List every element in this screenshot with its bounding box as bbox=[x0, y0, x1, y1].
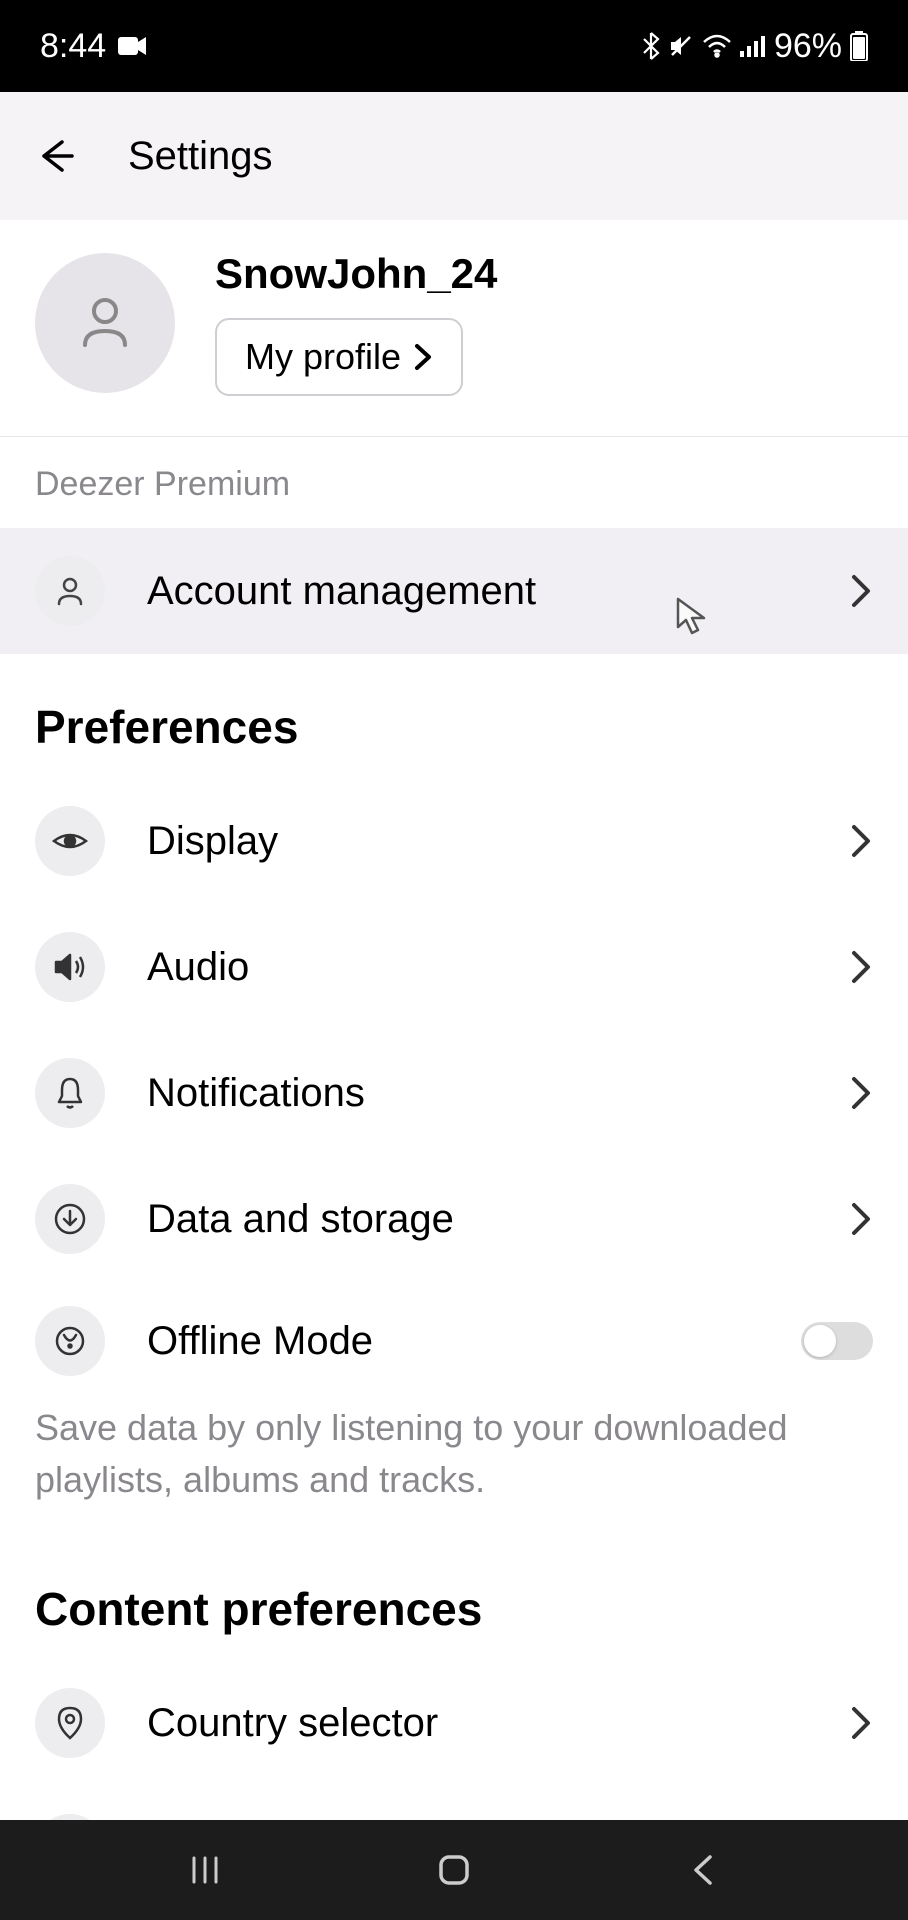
status-left: 8:44 bbox=[40, 27, 148, 66]
offline-mode-description: Save data by only listening to your down… bbox=[0, 1394, 908, 1536]
app-body: Settings SnowJohn_24 My profile Deezer P… bbox=[0, 92, 908, 1820]
offline-mode-row: Offline Mode bbox=[0, 1282, 908, 1394]
notifications-label: Notifications bbox=[147, 1071, 807, 1116]
user-icon bbox=[35, 556, 105, 626]
avatar bbox=[35, 253, 175, 393]
battery-icon bbox=[850, 31, 868, 61]
country-selector-row[interactable]: Country selector bbox=[0, 1660, 908, 1786]
camera-icon bbox=[118, 35, 148, 57]
country-selector-label: Country selector bbox=[147, 1701, 807, 1746]
status-right: 96% bbox=[642, 27, 868, 66]
back-button[interactable] bbox=[30, 132, 78, 180]
status-bar: 8:44 96% bbox=[0, 0, 908, 92]
location-icon bbox=[35, 1688, 105, 1758]
chevron-right-icon bbox=[849, 947, 873, 987]
account-management-row[interactable]: Account management bbox=[0, 528, 908, 654]
status-time: 8:44 bbox=[40, 27, 106, 66]
profile-section: SnowJohn_24 My profile bbox=[0, 220, 908, 437]
data-storage-row[interactable]: Data and storage bbox=[0, 1156, 908, 1282]
my-profile-label: My profile bbox=[245, 336, 401, 378]
download-icon bbox=[35, 1184, 105, 1254]
toggle-knob bbox=[804, 1325, 836, 1357]
data-storage-label: Data and storage bbox=[147, 1197, 807, 1242]
explicit-content-row[interactable]: E Explicit content bbox=[0, 1786, 908, 1820]
wifi-icon bbox=[702, 34, 732, 58]
profile-info: SnowJohn_24 My profile bbox=[215, 250, 497, 396]
content-prefs-heading: Content preferences bbox=[0, 1536, 908, 1660]
chevron-right-icon bbox=[849, 1703, 873, 1743]
audio-row[interactable]: Audio bbox=[0, 904, 908, 1030]
account-management-label: Account management bbox=[147, 569, 807, 614]
display-row[interactable]: Display bbox=[0, 778, 908, 904]
audio-label: Audio bbox=[147, 945, 807, 990]
signal-icon bbox=[740, 35, 766, 57]
bell-icon bbox=[35, 1058, 105, 1128]
mute-icon bbox=[668, 33, 694, 59]
display-label: Display bbox=[147, 819, 807, 864]
chevron-right-icon bbox=[849, 821, 873, 861]
offline-icon bbox=[35, 1306, 105, 1376]
content-area: SnowJohn_24 My profile Deezer Premium Ac… bbox=[0, 220, 908, 1820]
chevron-right-icon bbox=[849, 1073, 873, 1113]
my-profile-button[interactable]: My profile bbox=[215, 318, 463, 396]
chevron-right-icon bbox=[413, 342, 433, 372]
chevron-right-icon bbox=[849, 571, 873, 611]
header-bar: Settings bbox=[0, 92, 908, 220]
system-nav-bar bbox=[0, 1820, 908, 1920]
eye-icon bbox=[35, 806, 105, 876]
subscription-label: Deezer Premium bbox=[0, 437, 908, 528]
chevron-right-icon bbox=[849, 1199, 873, 1239]
notifications-row[interactable]: Notifications bbox=[0, 1030, 908, 1156]
bluetooth-icon bbox=[642, 32, 660, 60]
home-button[interactable] bbox=[424, 1840, 484, 1900]
username: SnowJohn_24 bbox=[215, 250, 497, 298]
preferences-heading: Preferences bbox=[0, 654, 908, 778]
page-title: Settings bbox=[128, 134, 273, 179]
recents-button[interactable] bbox=[175, 1840, 235, 1900]
speaker-icon bbox=[35, 932, 105, 1002]
offline-mode-toggle[interactable] bbox=[801, 1322, 873, 1360]
battery-percent: 96% bbox=[774, 27, 842, 66]
offline-mode-label: Offline Mode bbox=[147, 1319, 759, 1364]
back-nav-button[interactable] bbox=[673, 1840, 733, 1900]
